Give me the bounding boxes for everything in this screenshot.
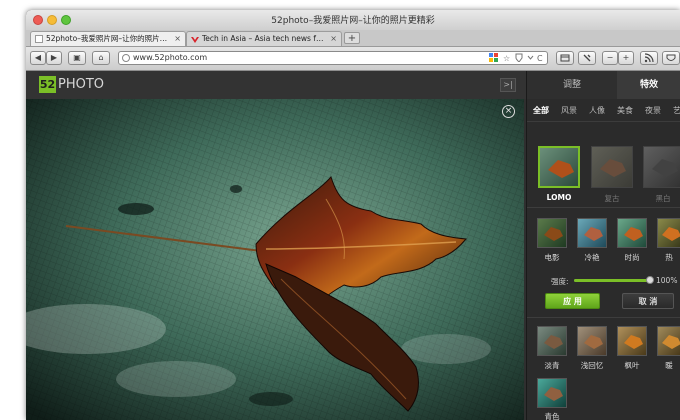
effect-thumb-bw[interactable] xyxy=(643,146,680,188)
effect-thumb-cold[interactable] xyxy=(577,218,607,248)
logo-word: PHOTO xyxy=(58,77,105,92)
zoom-out-button[interactable]: − xyxy=(602,51,618,65)
category-food[interactable]: 美食 xyxy=(617,105,633,116)
effects-panel: 调整 特效 全部 风景 人像 美食 夜景 艺 LOMO 复古 黑白 电影 冷艳 … xyxy=(526,71,680,420)
effect-thumb-fashion[interactable] xyxy=(617,218,647,248)
address-url: www.52photo.com xyxy=(133,53,208,62)
effect-thumb-hot[interactable] xyxy=(657,218,680,248)
photo-canvas[interactable]: × xyxy=(26,99,524,420)
strength-slider-fill xyxy=(574,279,650,282)
effect-thumb-maple[interactable] xyxy=(617,326,647,356)
app-header: 52 PHOTO >| xyxy=(26,71,526,99)
tab-strip: 52photo–我爱照片网–让你的照片… × Tech in Asia – As… xyxy=(26,30,680,47)
cancel-button[interactable]: 取 消 xyxy=(622,293,674,309)
window-title: 52photo–我爱照片网–让你的照片更精彩 xyxy=(271,16,435,26)
category-night[interactable]: 夜景 xyxy=(645,105,661,116)
category-all[interactable]: 全部 xyxy=(533,105,549,116)
effect-label-lomo: LOMO xyxy=(546,193,572,202)
home-button[interactable]: ⌂ xyxy=(92,51,110,65)
google-icon[interactable] xyxy=(489,53,498,65)
effect-thumb-cyan[interactable] xyxy=(537,378,567,408)
forward-button[interactable]: ▶ xyxy=(46,51,62,65)
category-landscape[interactable]: 风景 xyxy=(561,105,577,116)
panel-divider xyxy=(527,207,680,208)
category-art[interactable]: 艺 xyxy=(673,105,680,116)
tab-adjust[interactable]: 调整 xyxy=(527,71,617,99)
effect-label-cold: 冷艳 xyxy=(584,253,600,262)
effect-label-vintage: 复古 xyxy=(604,194,620,203)
effect-label-light-cyan: 淡青 xyxy=(544,361,560,370)
tab-close-icon[interactable]: × xyxy=(174,32,181,45)
leaf-photo xyxy=(26,99,524,420)
effect-label-film: 电影 xyxy=(544,253,560,262)
effect-thumb-memory[interactable] xyxy=(577,326,607,356)
effect-thumb-warm[interactable] xyxy=(657,326,680,356)
collapse-panel-button[interactable]: >| xyxy=(500,78,516,92)
effect-label-maple: 枫叶 xyxy=(624,361,640,370)
logo-badge: 52 xyxy=(39,76,56,93)
strength-value: 100% xyxy=(656,276,678,285)
browser-toolbar: ◀ ▶ ▣ ⌂ www.52photo.com ☆ C − + xyxy=(26,47,680,71)
effect-label-memory: 浅回忆 xyxy=(580,361,604,370)
effect-label-bw: 黑白 xyxy=(655,194,671,203)
tab-close-icon[interactable]: × xyxy=(330,32,337,45)
dropdown-icon[interactable] xyxy=(527,53,534,65)
effect-thumb-light-cyan[interactable] xyxy=(537,326,567,356)
back-button[interactable]: ◀ xyxy=(30,51,46,65)
panel-tabs: 调整 特效 xyxy=(527,71,680,99)
tab-effects[interactable]: 特效 xyxy=(617,71,680,99)
tab-label: Tech in Asia – Asia tech news f… xyxy=(202,34,324,43)
tools-button[interactable] xyxy=(578,51,596,65)
effect-label-warm: 暖 xyxy=(665,361,673,370)
strength-slider-handle[interactable] xyxy=(646,276,654,284)
close-photo-icon[interactable]: × xyxy=(502,105,515,118)
page-favicon-icon xyxy=(35,35,43,43)
panel-divider xyxy=(527,317,680,318)
strength-label: 强度: xyxy=(551,277,569,286)
apply-button[interactable]: 应 用 xyxy=(545,293,600,309)
bookmarks-button[interactable] xyxy=(556,51,574,65)
zoom-in-button[interactable]: + xyxy=(618,51,634,65)
tab-techinasia[interactable]: Tech in Asia – Asia tech news f… × xyxy=(186,31,342,46)
shield-icon[interactable] xyxy=(515,53,523,65)
effect-categories: 全部 风景 人像 美食 夜景 艺 xyxy=(527,101,680,122)
browser-window: 52photo–我爱照片网–让你的照片更精彩 52photo–我爱照片网–让你的… xyxy=(26,10,680,420)
effect-label-fashion: 时尚 xyxy=(624,253,640,262)
globe-icon xyxy=(122,54,130,62)
effect-thumb-vintage[interactable] xyxy=(591,146,633,188)
address-bar[interactable]: www.52photo.com ☆ C xyxy=(118,51,548,65)
effect-thumb-lomo[interactable] xyxy=(538,146,580,188)
category-portrait[interactable]: 人像 xyxy=(589,105,605,116)
new-tab-button[interactable]: + xyxy=(344,32,360,44)
tab-52photo[interactable]: 52photo–我爱照片网–让你的照片… × xyxy=(30,31,186,46)
star-icon[interactable]: ☆ xyxy=(503,53,510,64)
strength-slider[interactable] xyxy=(574,276,654,284)
techinasia-favicon-icon xyxy=(191,35,199,43)
reload-icon[interactable]: C xyxy=(537,53,543,64)
title-bar: 52photo–我爱照片网–让你的照片更精彩 xyxy=(26,10,680,30)
rss-icon[interactable] xyxy=(640,51,658,65)
tab-label: 52photo–我爱照片网–让你的照片… xyxy=(46,34,168,43)
effect-label-hot: 热 xyxy=(665,253,673,262)
pocket-icon[interactable] xyxy=(662,51,680,65)
view-button[interactable]: ▣ xyxy=(68,51,86,65)
effect-thumb-film[interactable] xyxy=(537,218,567,248)
effect-label-cyan: 青色 xyxy=(544,412,560,420)
